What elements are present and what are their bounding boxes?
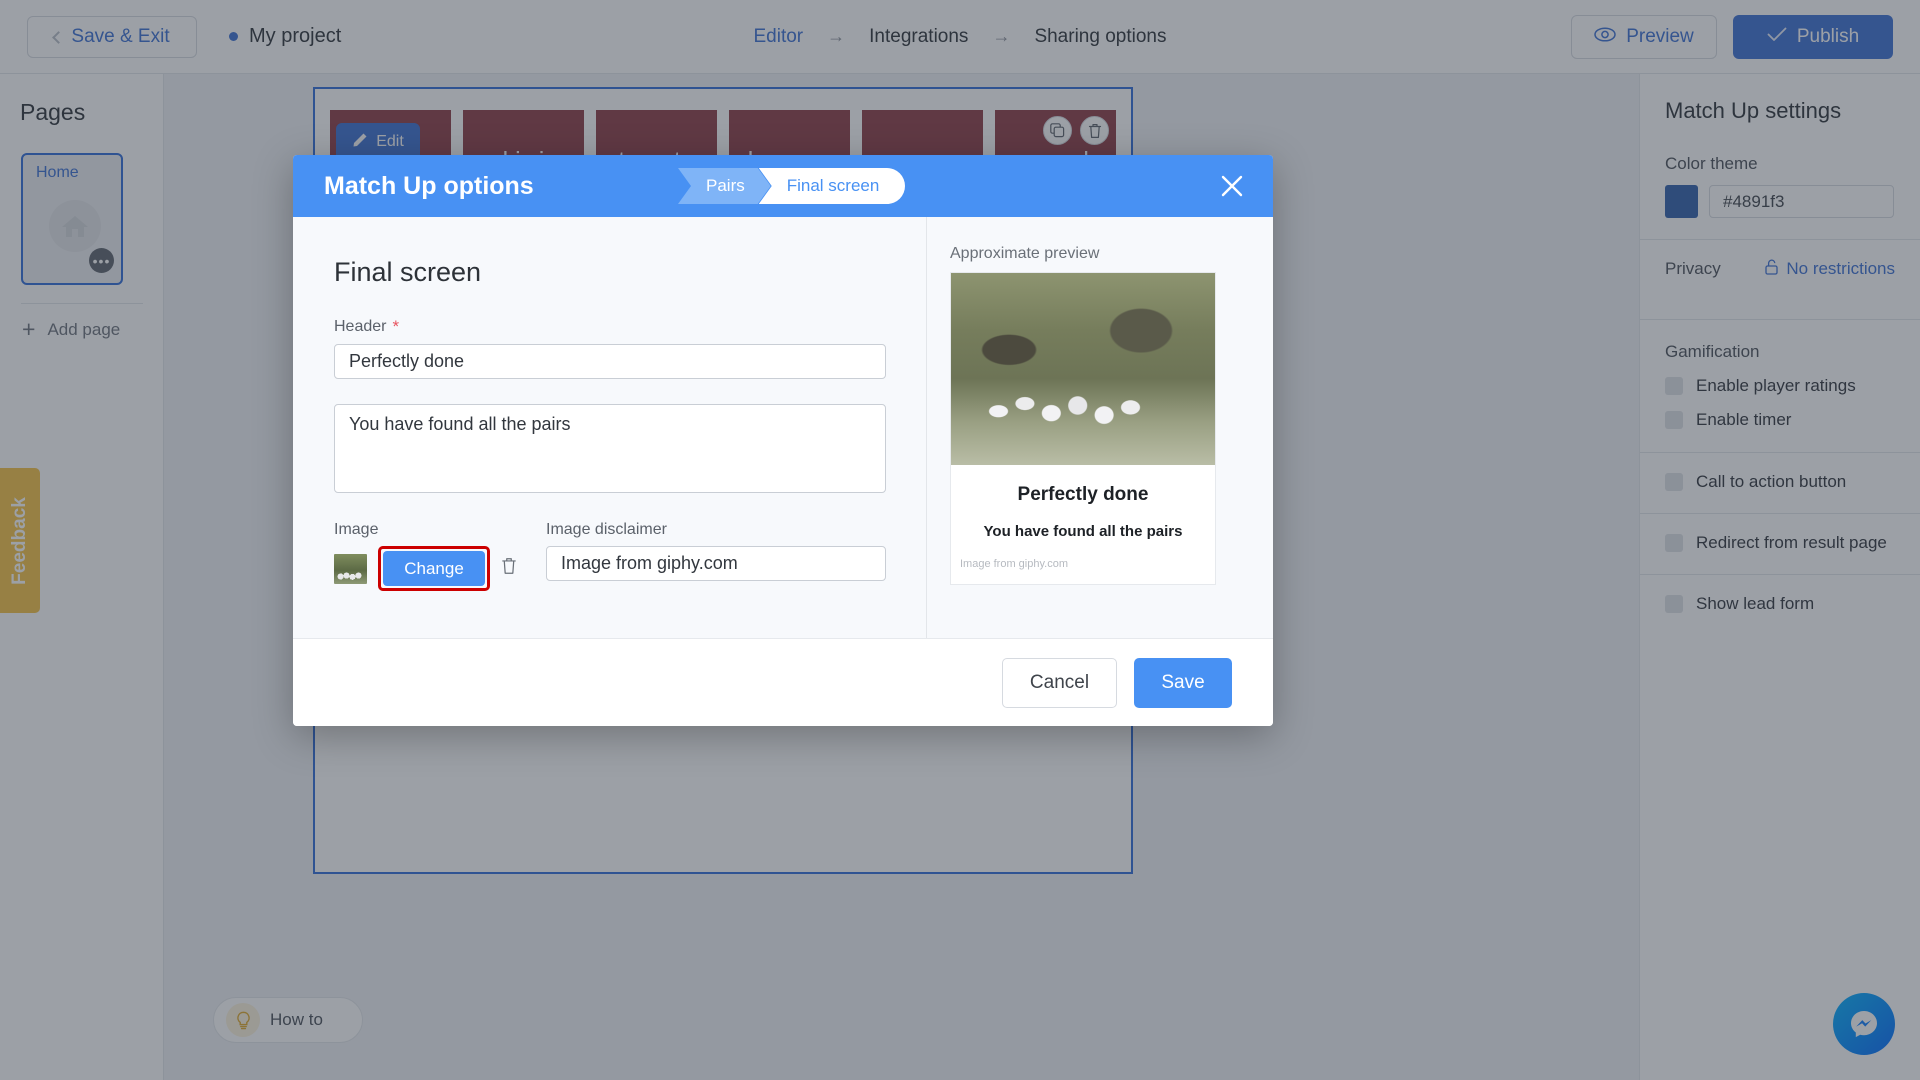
match-up-options-modal: Match Up options Pairs Final screen Fina… — [293, 155, 1273, 726]
header-field-label: Header * — [334, 317, 926, 337]
save-button[interactable]: Save — [1134, 657, 1232, 708]
change-image-button[interactable]: Change — [383, 551, 485, 586]
image-controls: Change — [334, 546, 546, 591]
modal-title: Match Up options — [324, 171, 534, 200]
image-field: Image Change — [334, 521, 546, 591]
required-mark: * — [392, 317, 400, 336]
preview-caption: Approximate preview — [950, 245, 1100, 262]
step-tab-final-screen[interactable]: Final screen — [758, 168, 906, 204]
step-tab-pairs[interactable]: Pairs — [678, 168, 771, 204]
image-disclaimer-label: Image disclaimer — [546, 521, 667, 538]
approximate-preview-pane: Approximate preview Perfectly done You h… — [927, 217, 1273, 638]
image-thumbnail[interactable] — [334, 553, 367, 584]
image-disclaimer-input[interactable]: Image from giphy.com — [546, 546, 886, 581]
preview-description-text: You have found all the pairs — [983, 523, 1183, 540]
description-textarea[interactable]: You have found all the pairs — [334, 404, 886, 493]
preview-card: Perfectly done You have found all the pa… — [950, 272, 1216, 585]
modal-footer: Cancel Save — [293, 638, 1273, 726]
preview-header-text: Perfectly done — [1017, 484, 1149, 505]
modal-step-tabs: Pairs Final screen — [678, 168, 906, 204]
image-label: Image — [334, 521, 379, 538]
image-disclaimer-field: Image disclaimer Image from giphy.com — [546, 521, 886, 581]
delete-image-button[interactable] — [501, 557, 517, 580]
preview-image — [951, 273, 1215, 465]
change-image-highlight: Change — [378, 546, 490, 591]
image-row: Image Change Image disclaimer Image from… — [334, 521, 926, 591]
close-icon[interactable] — [1219, 173, 1245, 199]
form-section-title: Final screen — [334, 257, 482, 287]
preview-disclaimer-text: Image from giphy.com — [960, 558, 1069, 570]
final-screen-form: Final screen Header * Perfectly done You… — [293, 217, 927, 638]
header-input[interactable]: Perfectly done — [334, 344, 886, 379]
header-label-text: Header — [334, 318, 387, 335]
modal-body: Final screen Header * Perfectly done You… — [293, 217, 1273, 638]
cancel-button[interactable]: Cancel — [1002, 657, 1117, 708]
modal-header: Match Up options Pairs Final screen — [293, 155, 1273, 217]
